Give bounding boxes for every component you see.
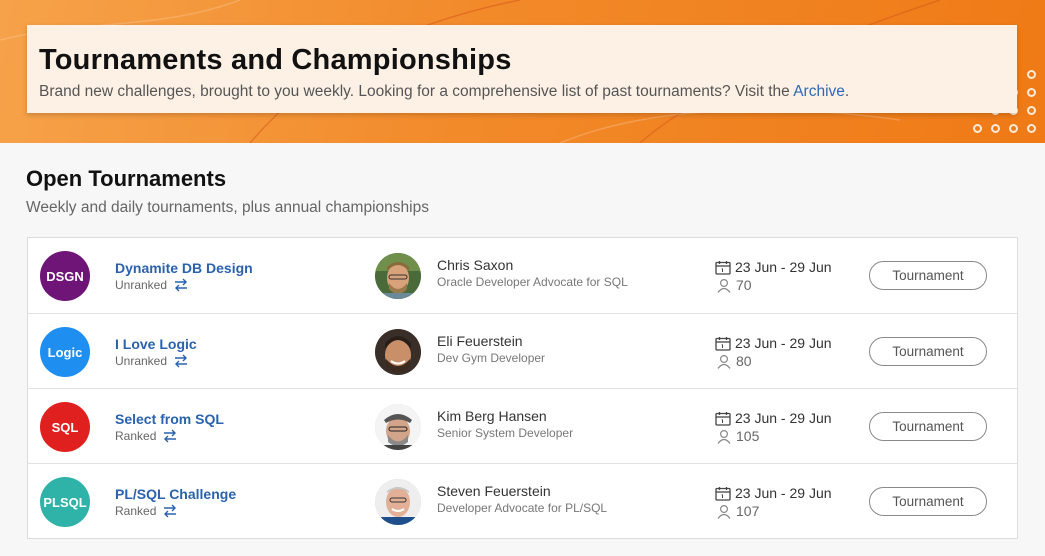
tournament-button[interactable]: Tournament <box>869 412 987 441</box>
swap-arrows-icon <box>164 504 177 518</box>
host-role: Developer Advocate for PL/SQL <box>437 501 608 515</box>
avatar <box>375 404 421 450</box>
rank-status: Unranked <box>115 354 189 368</box>
tournament-button[interactable]: Tournament <box>869 261 987 290</box>
section-title: Open Tournaments <box>26 166 227 191</box>
user-icon <box>717 504 731 519</box>
rank-status: Ranked <box>115 504 178 518</box>
tournament-badge: DSGN <box>40 251 90 301</box>
calendar-icon <box>715 411 731 426</box>
tournament-row: PLSQL PL/SQL Challenge Ranked Steven Feuers… <box>28 463 1017 538</box>
host-name: Chris Saxon <box>437 257 514 273</box>
page-subtitle: Brand new challenges, brought to you wee… <box>39 83 850 100</box>
player-count: 70 <box>716 277 752 293</box>
user-icon <box>717 354 731 369</box>
date-range: 23 Jun - 29 Jun <box>715 410 832 426</box>
player-count: 107 <box>716 503 759 519</box>
section-subtitle: Weekly and daily tournaments, plus annua… <box>26 199 429 216</box>
header-banner: Tournaments and Championships Brand new … <box>0 0 1045 143</box>
host-role: Oracle Developer Advocate for SQL <box>437 275 628 289</box>
tournament-button[interactable]: Tournament <box>869 337 987 366</box>
hero-card: Tournaments and Championships Brand new … <box>27 25 1017 113</box>
player-count: 105 <box>716 428 759 444</box>
tournament-name-link[interactable]: I Love Logic <box>115 336 197 352</box>
swap-arrows-icon <box>164 429 177 443</box>
rank-status: Unranked <box>115 278 189 292</box>
user-icon <box>717 429 731 444</box>
tournament-row: SQL Select from SQL Ranked Kim Berg Hansen S… <box>28 388 1017 463</box>
tournament-button[interactable]: Tournament <box>869 487 987 516</box>
user-icon <box>717 278 731 293</box>
tournament-row: Logic I Love Logic Unranked Eli Feuerstein D… <box>28 313 1017 388</box>
tournament-badge: Logic <box>40 327 90 377</box>
host-name: Kim Berg Hansen <box>437 408 547 424</box>
swap-arrows-icon <box>175 278 188 292</box>
avatar <box>375 329 421 375</box>
host-name: Eli Feuerstein <box>437 333 523 349</box>
avatar <box>375 479 421 525</box>
host-name: Steven Feuerstein <box>437 483 551 499</box>
date-range: 23 Jun - 29 Jun <box>715 485 832 501</box>
host-role: Senior System Developer <box>437 426 574 440</box>
rank-status: Ranked <box>115 429 178 443</box>
tournament-badge: PLSQL <box>40 477 90 527</box>
archive-link[interactable]: Archive <box>793 83 845 100</box>
tournament-row: DSGN Dynamite DB Design Unranked Chris Saxo… <box>28 238 1017 313</box>
calendar-icon <box>715 260 731 275</box>
date-range: 23 Jun - 29 Jun <box>715 335 832 351</box>
date-range: 23 Jun - 29 Jun <box>715 259 832 275</box>
calendar-icon <box>715 486 731 501</box>
tournament-name-link[interactable]: Select from SQL <box>115 411 224 427</box>
page-title: Tournaments and Championships <box>39 44 512 76</box>
player-count: 80 <box>716 353 752 369</box>
avatar <box>375 253 421 299</box>
tournament-badge: SQL <box>40 402 90 452</box>
tournament-list: DSGN Dynamite DB Design Unranked Chris Saxo… <box>27 237 1018 539</box>
swap-arrows-icon <box>175 354 188 368</box>
tournament-name-link[interactable]: PL/SQL Challenge <box>115 486 236 502</box>
calendar-icon <box>715 336 731 351</box>
host-role: Dev Gym Developer <box>437 351 546 365</box>
tournament-name-link[interactable]: Dynamite DB Design <box>115 260 253 276</box>
